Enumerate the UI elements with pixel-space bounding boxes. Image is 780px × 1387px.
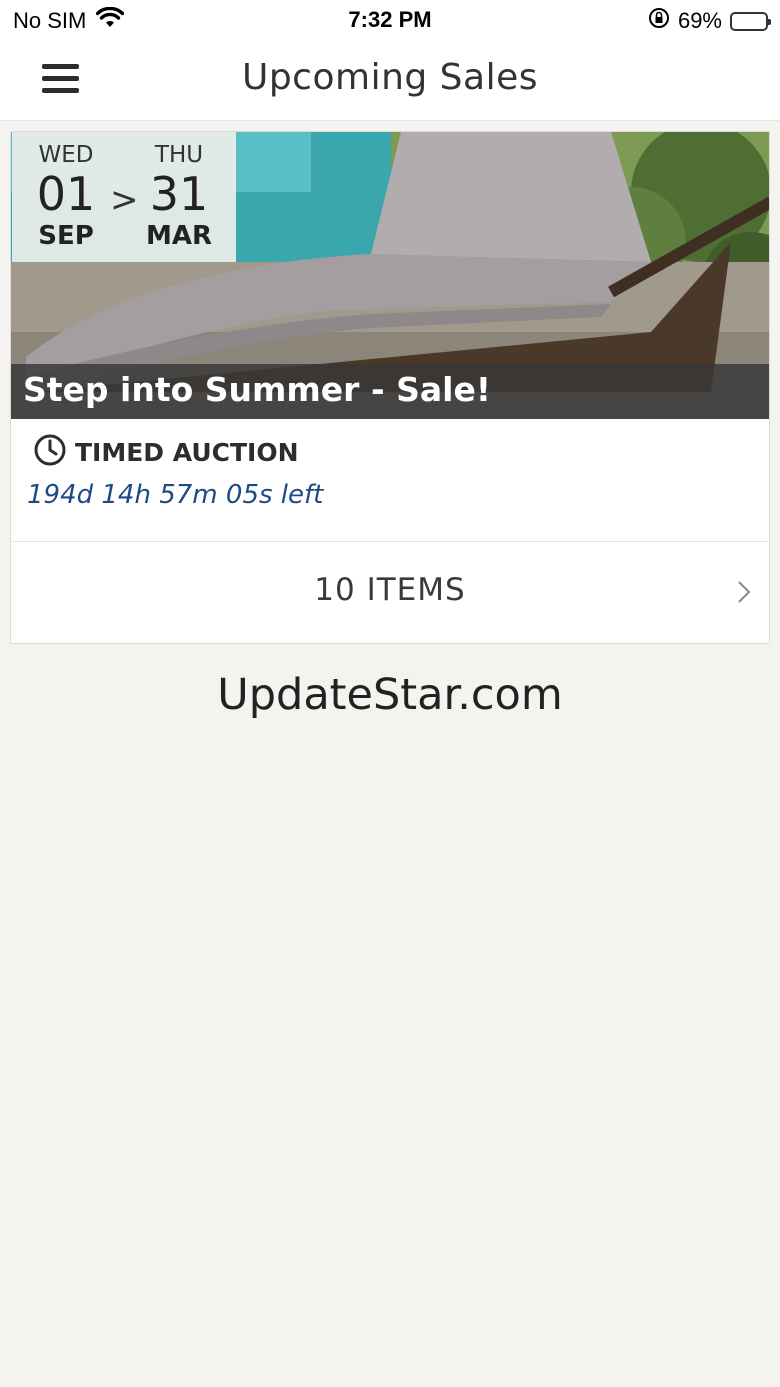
time-left: 194d 14h 57m 05s left xyxy=(27,480,324,510)
start-day: 01 xyxy=(36,167,96,221)
auction-type: TIMED AUCTION xyxy=(33,433,299,471)
date-range: WED 01 SEP > THU 31 MAR xyxy=(12,132,236,262)
status-bar: No SIM 7:32 PM 69% xyxy=(0,0,780,40)
items-count: 10 ITEMS xyxy=(314,572,466,608)
page-title: Upcoming Sales xyxy=(241,57,539,98)
sale-image[interactable]: WED 01 SEP > THU 31 MAR Step into Summer… xyxy=(11,132,769,419)
watermark-text: UpdateStar.com xyxy=(217,670,563,720)
start-month: SEP xyxy=(38,221,94,251)
sale-card[interactable]: WED 01 SEP > THU 31 MAR Step into Summer… xyxy=(10,131,770,644)
auction-type-label: TIMED AUCTION xyxy=(75,437,299,467)
start-date: WED 01 SEP xyxy=(16,132,116,251)
end-date: THU 31 MAR xyxy=(129,132,229,251)
sale-title[interactable]: Step into Summer - Sale! xyxy=(11,364,769,419)
end-day: 31 xyxy=(149,167,209,221)
orientation-lock-icon xyxy=(648,7,670,35)
start-weekday: WED xyxy=(38,142,94,168)
clock-icon xyxy=(33,433,67,471)
items-link[interactable]: 10 ITEMS xyxy=(11,542,769,643)
battery-icon xyxy=(730,11,771,31)
chevron-right-icon xyxy=(737,580,751,608)
nav-bar: Upcoming Sales xyxy=(0,40,780,121)
end-weekday: THU xyxy=(154,142,204,168)
status-right: 69% xyxy=(648,7,771,35)
end-month: MAR xyxy=(145,221,212,251)
auction-info: TIMED AUCTION 194d 14h 57m 05s left xyxy=(11,419,769,542)
battery-percent: 69% xyxy=(677,8,722,33)
